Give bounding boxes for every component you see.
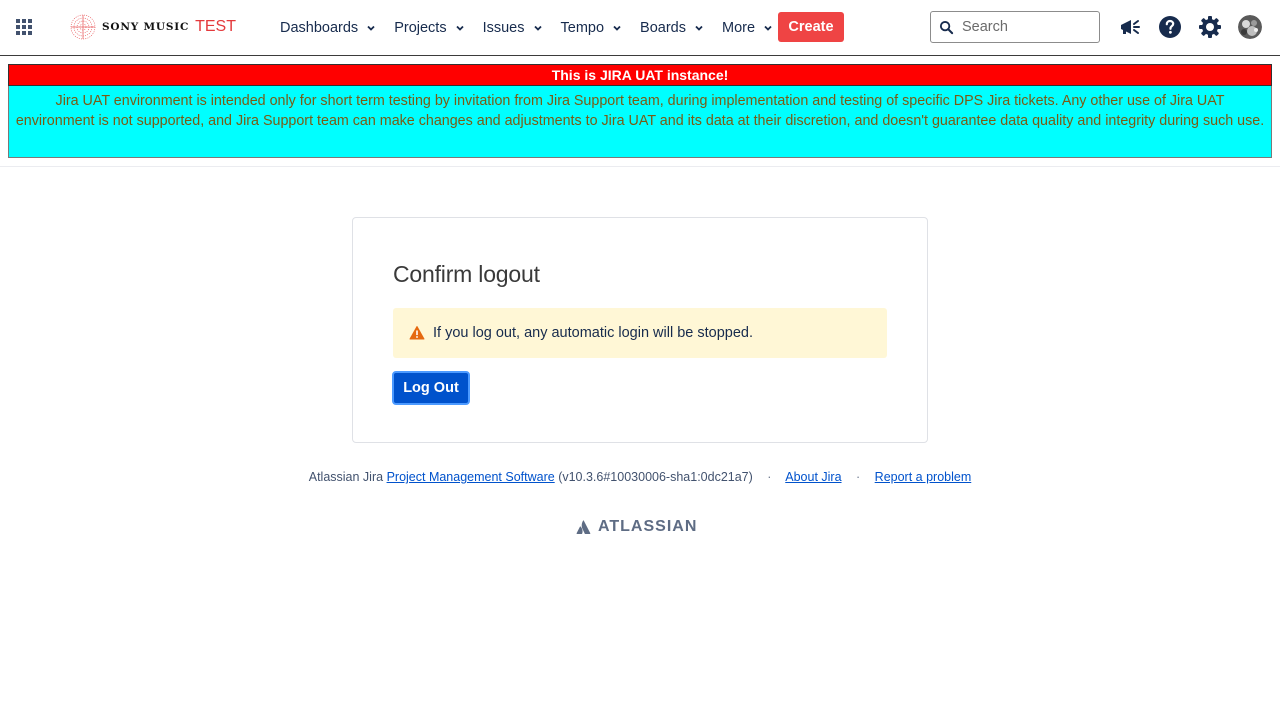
user-avatar[interactable]: [1238, 15, 1262, 39]
chevron-down-icon: [613, 25, 621, 31]
nav-issues-label: Issues: [482, 19, 525, 36]
warning-text: If you log out, any automatic login will…: [433, 325, 753, 341]
settings-gear-icon[interactable]: [1198, 15, 1222, 39]
notifications-megaphone-icon[interactable]: [1118, 15, 1142, 39]
atlassian-logo-icon: [576, 520, 591, 534]
banner-body: Jira UAT environment is intended only fo…: [8, 86, 1272, 158]
chevron-down-icon: [764, 25, 772, 31]
search-input[interactable]: [962, 19, 1092, 35]
atlassian-wordmark: ATLASSIAN: [598, 518, 698, 535]
logout-card: Confirm logout If you log out, any autom…: [352, 217, 928, 443]
banner-divider: [0, 166, 1280, 167]
search-icon: [939, 20, 954, 34]
nav-more-label: More: [721, 19, 756, 36]
brand-suffix: TEST: [195, 18, 236, 35]
nav-tempo-label: Tempo: [560, 19, 605, 36]
warning-icon: [409, 326, 425, 340]
nav-dashboards[interactable]: Dashboards: [280, 0, 376, 55]
chevron-down-icon: [367, 25, 375, 31]
atlassian-logo[interactable]: ATLASSIAN: [576, 516, 697, 538]
footer-prefix: Atlassian Jira: [308, 470, 384, 484]
search-box[interactable]: [930, 11, 1100, 43]
about-jira-link[interactable]: About Jira: [785, 470, 841, 484]
create-button[interactable]: Create: [778, 12, 844, 42]
main-nav: Dashboards Projects Issues Tempo Boards …: [280, 0, 791, 55]
log-out-button[interactable]: Log Out: [392, 371, 470, 405]
app-switcher-icon[interactable]: [14, 17, 34, 37]
footer-separator: ·: [767, 470, 772, 484]
top-navigation-bar: SONY MUSIC TEST Dashboards Projects Issu…: [0, 0, 1280, 56]
help-icon[interactable]: [1158, 15, 1182, 39]
brand-name: SONY MUSIC: [102, 21, 190, 33]
footer-version: (v10.3.6#10030006-sha1:0dc21a7): [558, 470, 753, 484]
nav-dashboards-label: Dashboards: [280, 19, 359, 36]
nav-projects-label: Projects: [394, 19, 447, 36]
chevron-down-icon: [455, 25, 464, 31]
sony-music-logo[interactable]: SONY MUSIC TEST: [70, 13, 236, 41]
chevron-down-icon: [695, 25, 703, 31]
banner-title: This is JIRA UAT instance!: [8, 64, 1272, 86]
warning-message: If you log out, any automatic login will…: [393, 308, 887, 358]
sony-music-logo-mark-icon: [70, 14, 96, 40]
nav-issues[interactable]: Issues: [483, 0, 543, 55]
nav-boards-label: Boards: [640, 19, 686, 36]
report-problem-link[interactable]: Report a problem: [875, 470, 972, 484]
announcement-banner: This is JIRA UAT instance! Jira UAT envi…: [8, 64, 1272, 158]
footer: Atlassian Jira Project Management Softwa…: [0, 470, 1280, 484]
nav-tempo[interactable]: Tempo: [561, 0, 623, 55]
project-management-software-link[interactable]: Project Management Software: [387, 470, 555, 484]
page-title: Confirm logout: [393, 261, 540, 287]
footer-separator: ·: [856, 470, 861, 484]
nav-more[interactable]: More: [722, 0, 773, 55]
nav-projects[interactable]: Projects: [394, 0, 464, 55]
chevron-down-icon: [533, 25, 542, 31]
nav-boards[interactable]: Boards: [640, 0, 704, 55]
